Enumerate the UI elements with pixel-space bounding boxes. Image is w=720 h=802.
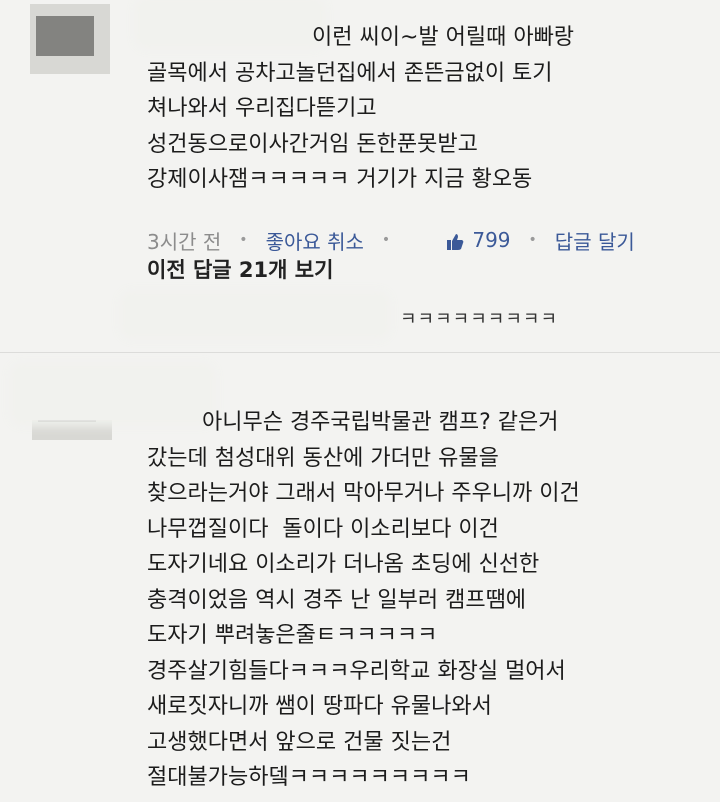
comment-1: 이런 씨이~발 어릴때 아빠랑골목에서 공차고놀던집에서 존뜬금없이 토기쳐나와…	[0, 0, 720, 254]
comment-line: 골목에서 공차고놀던집에서 존뜬금없이 토기	[147, 60, 553, 86]
divider	[0, 352, 720, 353]
separator-dot: •	[528, 232, 537, 248]
comment-time: 3시간 전	[147, 229, 222, 254]
separator-dot: •	[381, 232, 391, 248]
comment-text: 이런 씨이~발 어릴때 아빠랑골목에서 공차고놀던집에서 존뜬금없이 토기쳐나와…	[0, 20, 574, 198]
comment-line: 경주살기힘들다ㅋㅋㅋ우리학교 화장실 멀어서	[147, 658, 566, 684]
comment-line: 이런 씨이~발 어릴때 아빠랑	[305, 25, 575, 50]
comment-line: 절대불가능하뎈ㅋㅋㅋㅋㅋㅋㅋㅋㅋ	[147, 765, 471, 790]
comment-line: 갔는데 첨성대위 동산에 가더만 유물을	[147, 445, 499, 471]
comment-line: 성건동으로이사간거임 돈한푼못받고	[147, 131, 478, 157]
comment-line: 아니무슨 경주국립박물관 캠프? 같은거	[195, 410, 559, 435]
thumbs-up-icon	[447, 233, 464, 250]
comment-line: 새로짓자니까 쌤이 땅파다 유물나와서	[147, 694, 492, 719]
comment-text: 아니무슨 경주국립박물관 캠프? 같은거갔는데 첨성대위 동산에 가더만 유물을…	[0, 405, 580, 796]
comment-line: 도자기 뿌려놓은줄ㅌㅋㅋㅋㅋㅋ	[147, 623, 438, 648]
like-count: 799	[472, 228, 511, 252]
comment-2: 아니무슨 경주국립박물관 캠프? 같은거갔는데 첨성대위 동산에 가더만 유물을…	[0, 360, 720, 800]
comment-line: 나무껍질이다 돌이다 이소리보다 이건	[147, 516, 499, 542]
comment-line: 찾으라는거야 그래서 막아무거나 주우니까 이건	[147, 481, 580, 506]
unlike-button[interactable]: 좋아요 취소	[266, 226, 364, 255]
view-previous-replies-link[interactable]: 이전 답글 21개 보기	[147, 254, 333, 284]
comment-line: 충격이었음 역시 경주 난 일부러 캠프땜에	[147, 587, 527, 613]
separator-dot: •	[239, 232, 248, 248]
like-count-group[interactable]: 799	[408, 204, 511, 276]
comment-line: 쳐나와서 우리집다뜯기고	[147, 96, 377, 121]
reply-button[interactable]: 답글 달기	[555, 226, 635, 255]
redacted-reply	[125, 296, 385, 334]
comment-line: 고생했다면서 앞으로 건물 짓는건	[147, 729, 452, 755]
reply-snippet: ㅋㅋㅋㅋㅋㅋㅋㅋㅋ	[400, 309, 559, 330]
comment-line: 강제이사잼ㅋㅋㅋㅋㅋ 거기가 지금 황오동	[147, 167, 533, 192]
comment-line: 도자기네요 이소리가 더나옴 초딩에 신선한	[147, 552, 540, 577]
